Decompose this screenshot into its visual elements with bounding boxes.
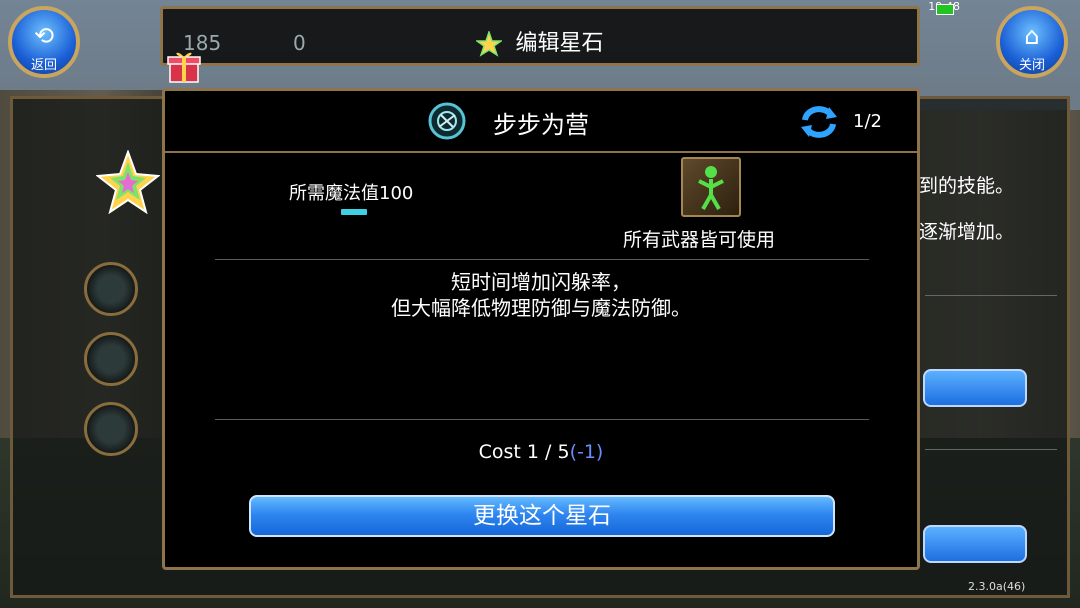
star-stone-icon [96, 150, 160, 214]
weapon-restriction-label: 所有武器皆可使用 [623, 229, 776, 251]
star-stone-icon [476, 31, 503, 57]
underlay-divider [925, 449, 1057, 450]
description-line-1: 短时间增加闪躲率， [451, 270, 631, 294]
battery-icon [936, 4, 954, 15]
back-label: 返回 [30, 58, 57, 73]
underlay-button-1[interactable] [923, 369, 1027, 407]
page-indicator: 1/2 [853, 111, 882, 132]
divider-top [215, 259, 869, 260]
weapon-icon [681, 157, 741, 217]
skill-detail-modal: 步步为营 1/2 所需魔法值100 所有武器皆可使用 短时间增加闪躲率， 但大幅… [162, 88, 920, 570]
version-label: 2.3.0a(46) [968, 580, 1026, 593]
description-line-2: 但大幅降低物理防御与魔法防御。 [391, 296, 691, 320]
hud-title: 编辑星石 [163, 25, 917, 57]
skill-slot-1[interactable] [84, 262, 138, 316]
close-button[interactable]: ⌂ 关闭 [996, 6, 1068, 78]
skill-slot-3[interactable] [84, 402, 138, 456]
home-icon: ⌂ [1024, 22, 1040, 50]
underlay-divider [925, 295, 1057, 296]
gift-icon[interactable] [164, 46, 204, 86]
modal-header: 步步为营 1/2 [165, 91, 917, 153]
mp-bar [341, 209, 367, 215]
back-button[interactable]: ⟲ 返回 [8, 6, 80, 78]
divider-bottom [215, 419, 869, 420]
hud-bar: 185 0 编辑星石 [160, 6, 920, 66]
underlay-button-2[interactable] [923, 525, 1027, 563]
underlay-text-1: 到的技能。 [919, 175, 1015, 197]
back-icon: ⟲ [33, 22, 55, 50]
skill-description: 短时间增加闪躲率， 但大幅降低物理防御与魔法防御。 [165, 269, 917, 321]
mp-cost-label: 所需魔法值100 [289, 183, 414, 204]
skill-slot-2[interactable] [84, 332, 138, 386]
close-label: 关闭 [1018, 58, 1045, 73]
hud-title-text: 编辑星石 [515, 31, 604, 56]
cycle-icon[interactable] [799, 105, 839, 139]
swap-star-stone-button[interactable]: 更换这个星石 [249, 495, 835, 537]
cost-value: Cost 1 / 5 [478, 441, 570, 463]
cost-line: Cost 1 / 5(-1) [165, 441, 917, 463]
cost-delta: (-1) [569, 441, 604, 463]
underlay-text-2: 逐渐增加。 [919, 221, 1015, 243]
